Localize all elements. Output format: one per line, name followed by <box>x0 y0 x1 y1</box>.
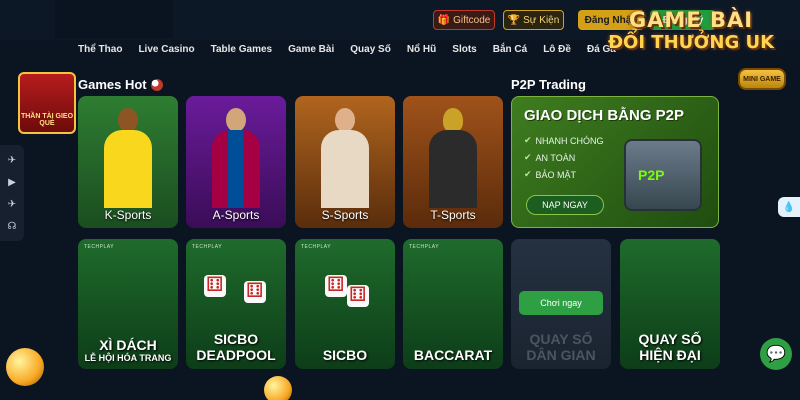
techplay-logo: TECHPLAY <box>192 244 223 250</box>
game-card-xi-dach[interactable]: TECHPLAY XÌ DÁCH LỄ HỘI HÓA TRANG <box>78 239 178 369</box>
telegram-icon[interactable]: ✈ <box>6 154 18 166</box>
sport-card-t-sports[interactable]: T-Sports <box>403 96 503 228</box>
p2p-feature-list: ✔ NHANH CHÓNG ✔ AN TOÀN ✔ BẢO MẬT <box>524 135 604 186</box>
techplay-logo: TECHPLAY <box>301 244 332 250</box>
dice-icon <box>347 282 369 307</box>
event-label: Sự Kiện <box>523 14 560 26</box>
safe-label: P2P <box>638 167 665 183</box>
brand-line-1: GAME BÀI <box>628 8 754 32</box>
feature-text: BẢO MẬT <box>535 169 577 180</box>
game-card-sicbo-deadpool[interactable]: TECHPLAY SICBO DEADPOOL <box>186 239 286 369</box>
sport-card-a-sports[interactable]: A-Sports <box>186 96 286 228</box>
nav-item-game-bai[interactable]: Game Bài <box>280 44 342 62</box>
game-title: XÌ DÁCH <box>99 336 157 353</box>
brand-line-2: ĐỔI THƯỞNG UK <box>607 32 775 53</box>
coin-decoration-icon <box>6 348 44 386</box>
chat-icon[interactable]: 💬 <box>760 338 792 370</box>
player-figure <box>208 108 264 208</box>
feedback-tab[interactable]: 💧 <box>778 197 800 217</box>
player-jersey <box>321 130 369 208</box>
games-hot-label: Games Hot <box>78 77 147 92</box>
game-subtitle: DÂN GIAN <box>526 346 596 363</box>
trophy-icon: 🏆 <box>507 14 521 26</box>
techplay-logo: TECHPLAY <box>409 244 440 250</box>
social-dock: ✈ ▶ ✈ ☊ <box>0 145 24 241</box>
player-head <box>335 108 355 132</box>
sport-label: S-Sports <box>321 208 369 222</box>
list-item: ✔ NHANH CHÓNG <box>524 135 604 146</box>
player-jersey <box>429 130 477 208</box>
nav-item-quay-so[interactable]: Quay Số <box>342 44 399 62</box>
dice-icon <box>325 272 347 297</box>
nav-item-lo-de[interactable]: Lô Đề <box>535 44 579 62</box>
list-item: ✔ BẢO MẬT <box>524 169 604 180</box>
games-hot-title: Games Hot <box>78 77 163 92</box>
p2p-title: P2P Trading <box>511 77 586 92</box>
game-title: SICBO <box>213 331 259 348</box>
youtube-icon[interactable]: ▶ <box>6 176 18 188</box>
nav-item-ban-ca[interactable]: Bắn Cá <box>485 44 535 62</box>
brand-watermark: GAME BÀI ĐỔI THƯỞNG UK <box>596 8 786 68</box>
techplay-logo: TECHPLAY <box>84 244 115 250</box>
feature-text: NHANH CHÓNG <box>535 135 604 146</box>
game-subtitle: LỄ HỘI HÓA TRANG <box>84 353 172 363</box>
nav-item-no-hu[interactable]: Nổ Hũ <box>399 44 444 62</box>
sport-label: K-Sports <box>104 208 152 222</box>
gift-icon: 🎁 <box>437 14 451 26</box>
dice-icon <box>204 272 226 297</box>
nav-item-table-games[interactable]: Table Games <box>203 44 281 62</box>
game-title: QUAY SỐ <box>529 331 593 348</box>
game-card-quay-so-dan-gian[interactable]: Chơi ngay QUAY SỐ DÂN GIAN <box>511 239 611 369</box>
event-button[interactable]: 🏆 Sự Kiện <box>503 10 564 30</box>
sport-card-s-sports[interactable]: S-Sports <box>295 96 395 228</box>
check-icon: ✔ <box>524 169 532 179</box>
sport-card-k-sports[interactable]: K-Sports <box>78 96 178 228</box>
deposit-now-button[interactable]: NẠP NGAY <box>526 195 604 215</box>
game-card-baccarat[interactable]: TECHPLAY BACCARAT <box>403 239 503 369</box>
game-title: BACCARAT <box>413 346 493 363</box>
safe-illustration: P2P <box>624 139 702 211</box>
game-title: QUAY SỐ <box>638 331 702 348</box>
sport-label: A-Sports <box>212 208 260 222</box>
player-head <box>226 108 246 132</box>
coin-decoration-icon <box>264 376 292 400</box>
feature-text: AN TOÀN <box>535 152 576 163</box>
game-subtitle: HIỆN ĐẠI <box>639 346 701 363</box>
nav-item-slots[interactable]: Slots <box>444 44 484 62</box>
left-promo-banner[interactable]: THẦN TÀI GIEO QUẺ <box>18 72 76 134</box>
site-logo[interactable] <box>55 0 173 38</box>
giftcode-label: Giftcode <box>453 14 491 26</box>
giftcode-button[interactable]: 🎁 Giftcode <box>433 10 495 30</box>
headset-icon[interactable]: ☊ <box>6 220 18 232</box>
player-figure <box>100 108 156 208</box>
left-promo-text: THẦN TÀI GIEO QUẺ <box>20 112 74 128</box>
game-title: SICBO <box>322 346 368 363</box>
p2p-banner[interactable]: GIAO DỊCH BẰNG P2P ✔ NHANH CHÓNG ✔ AN TOÀN… <box>511 96 719 228</box>
nav-item-the-thao[interactable]: Thể Thao <box>70 44 130 62</box>
nav-item-live-casino[interactable]: Live Casino <box>130 44 202 62</box>
list-item: ✔ AN TOÀN <box>524 152 604 163</box>
telegram-icon[interactable]: ✈ <box>6 198 18 210</box>
check-icon: ✔ <box>524 135 532 145</box>
sport-label: T-Sports <box>430 208 476 222</box>
player-jersey <box>212 130 260 208</box>
game-subtitle: DEADPOOL <box>196 346 276 363</box>
player-figure <box>317 108 373 208</box>
ball-icon <box>150 78 163 91</box>
dice-icon <box>244 278 266 303</box>
game-card-quay-so-hien-dai[interactable]: QUAY SỐ HIỆN ĐẠI <box>620 239 720 369</box>
main-nav: Thể Thao Live Casino Table Games Game Bà… <box>70 44 624 62</box>
player-head <box>118 108 138 132</box>
player-jersey <box>104 130 152 208</box>
p2p-heading: GIAO DỊCH BẰNG P2P <box>524 107 685 124</box>
mini-game-badge[interactable]: MINI GAME <box>738 68 786 90</box>
game-card-sicbo[interactable]: TECHPLAY SICBO <box>295 239 395 369</box>
play-now-button[interactable]: Chơi ngay <box>519 291 603 315</box>
player-figure <box>425 108 481 208</box>
check-icon: ✔ <box>524 152 532 162</box>
player-helmet <box>443 108 463 132</box>
